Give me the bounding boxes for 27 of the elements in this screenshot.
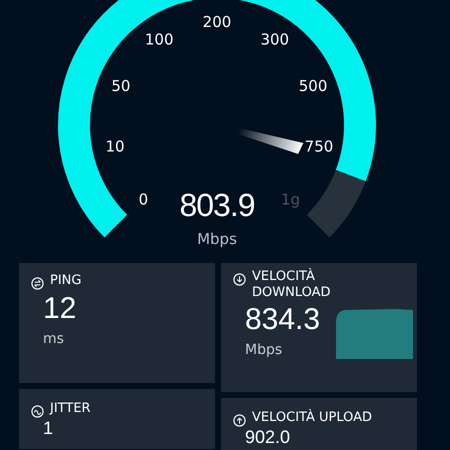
metric-unit: Mbps	[245, 341, 284, 359]
scale-label: 1g	[281, 190, 300, 209]
ping-icon	[31, 277, 44, 290]
gauge-track	[306, 169, 366, 237]
speed-reading: 803.9	[179, 187, 255, 223]
wave-icon	[31, 405, 44, 418]
scale-label: 200	[202, 13, 232, 31]
download-icon	[233, 273, 246, 286]
scale-label: 50	[111, 77, 130, 96]
metric-label: PING	[50, 273, 82, 289]
scale-label: 10	[105, 137, 125, 156]
speed-unit: Mbps	[197, 230, 237, 248]
scale-label: 100	[144, 30, 174, 49]
scale-label: 750	[304, 137, 334, 156]
metric-value: 1	[43, 418, 54, 438]
metric-value: 12	[43, 291, 76, 327]
metric-value: 834.3	[245, 302, 320, 338]
metric-label: VELOCITÀ DOWNLOAD	[252, 269, 332, 301]
metric-unit: ms	[43, 330, 65, 348]
needle	[237, 128, 304, 154]
scale-label: 500	[298, 77, 328, 96]
metric-label: JITTER	[50, 401, 91, 417]
scale-label: 0	[138, 190, 148, 209]
metric-label: VELOCITÀ UPLOAD	[252, 410, 372, 426]
scale-label: 300	[260, 30, 290, 49]
upload-icon	[233, 414, 246, 427]
metric-value: 902.0	[245, 427, 290, 447]
